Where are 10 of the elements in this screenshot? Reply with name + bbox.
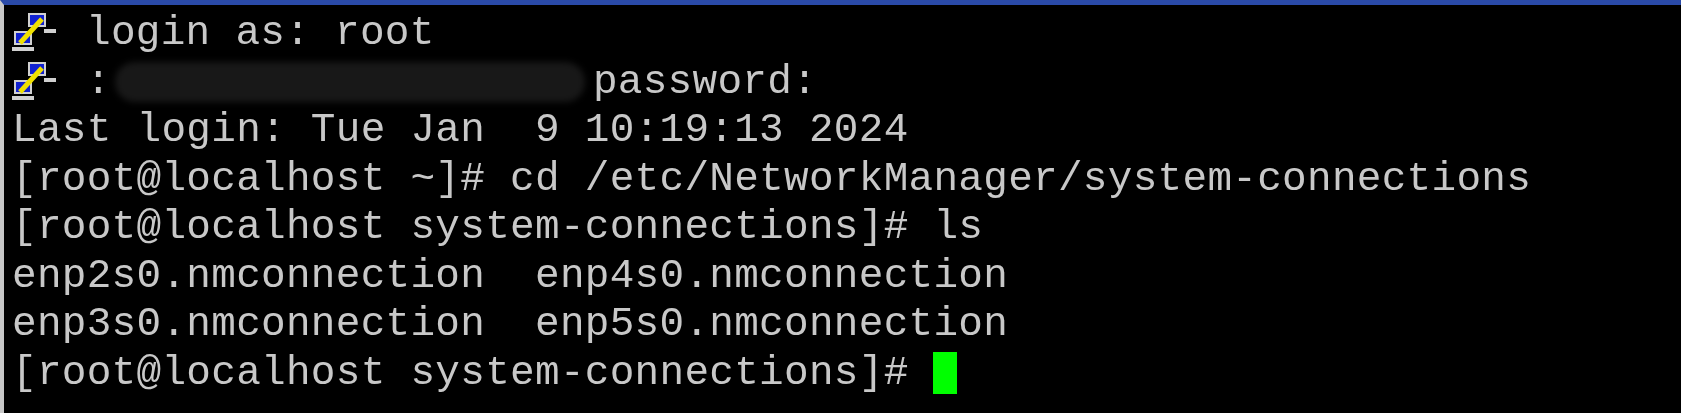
terminal-line: Last login: Tue Jan 9 10:19:13 2024 <box>12 107 909 154</box>
terminal-line: password: <box>592 58 818 105</box>
terminal-prompt: [root@localhost system-connections]# <box>12 349 910 396</box>
text-cursor <box>933 351 958 394</box>
terminal-line: [root@localhost system-connections]# ls <box>12 204 984 251</box>
terminal-line: : <box>86 58 111 105</box>
terminal-line: enp2s0.nmconnection enp4s0.nmconnection <box>12 252 1009 299</box>
terminal-line: login as: root <box>86 10 435 57</box>
terminal-line: enp3s0.nmconnection enp5s0.nmconnection <box>12 301 1009 348</box>
terminal-line: [root@localhost ~]# cd /etc/NetworkManager/system-connections <box>12 155 1532 202</box>
